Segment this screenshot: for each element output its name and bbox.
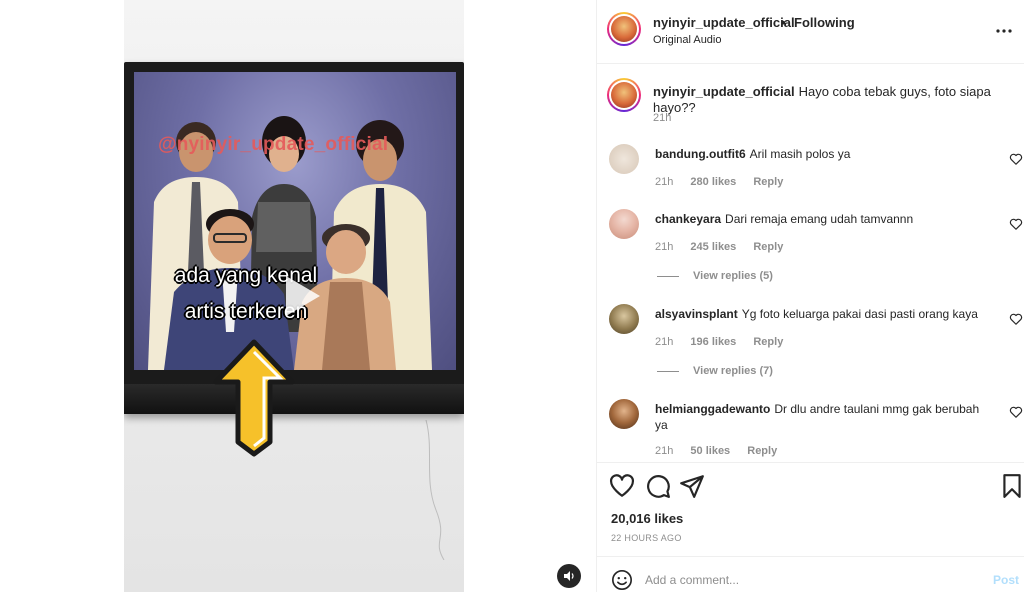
commenter-avatar[interactable] xyxy=(609,399,639,429)
overlay-caption-line2: artis terkeren xyxy=(184,300,308,323)
comment-username[interactable]: helmianggadewanto xyxy=(655,402,770,416)
reply-button[interactable]: Reply xyxy=(753,176,783,188)
send-icon[interactable] xyxy=(679,473,705,499)
comment-heart-icon[interactable] xyxy=(1009,152,1023,166)
bookmark-icon[interactable] xyxy=(999,473,1024,499)
author-avatar[interactable] xyxy=(607,12,641,46)
comment-text: Yg foto keluarga pakai dasi pasti orang … xyxy=(741,307,978,321)
comment-meta: 21h 50 likes Reply xyxy=(655,445,791,457)
family-photo-illustration xyxy=(148,116,432,370)
comment-heart-icon[interactable] xyxy=(1009,405,1023,419)
reply-button[interactable]: Reply xyxy=(753,336,783,348)
commenter-avatar[interactable] xyxy=(609,144,639,174)
comment-heart-icon[interactable] xyxy=(1009,217,1023,231)
comment-likes[interactable]: 50 likes xyxy=(690,445,730,457)
comment-username[interactable]: bandung.outfit6 xyxy=(655,147,746,161)
comment-meta: 21h 196 likes Reply xyxy=(655,336,797,348)
post-button[interactable]: Post xyxy=(993,573,1019,587)
comment-heart-icon[interactable] xyxy=(1009,312,1023,326)
heart-icon[interactable] xyxy=(609,473,635,499)
comment-time[interactable]: 21h xyxy=(655,176,673,188)
comment-meta: 21h 245 likes Reply xyxy=(655,241,797,253)
commenter-avatar[interactable] xyxy=(609,304,639,334)
view-replies-button[interactable]: View replies (7) xyxy=(657,365,773,377)
watermark-text: @nyinyir_update_official xyxy=(158,134,389,155)
wall-crack xyxy=(425,420,445,560)
comment-username[interactable]: alsyavinsplant xyxy=(655,307,738,321)
up-arrow-icon xyxy=(213,339,295,457)
original-audio-link[interactable]: Original Audio xyxy=(653,34,722,46)
post-actions: 20,016 likes 22 HOURS AGO xyxy=(597,462,1024,562)
author-username[interactable]: nyinyir_update_official xyxy=(653,15,795,30)
speaker-icon xyxy=(564,571,574,581)
reply-button[interactable]: Reply xyxy=(747,445,777,457)
comment-text-block: chankeyara Dari remaja emang udah tamvann… xyxy=(655,211,990,227)
following-button[interactable]: Following xyxy=(794,15,855,30)
reel-video[interactable]: @nyinyir_update_official ada yang kenal … xyxy=(124,0,464,592)
mute-button[interactable] xyxy=(557,564,581,588)
view-replies-button[interactable]: View replies (5) xyxy=(657,270,773,282)
caption-avatar[interactable] xyxy=(607,78,641,112)
comment-time[interactable]: 21h xyxy=(655,336,673,348)
emoji-icon[interactable] xyxy=(611,569,633,591)
caption-username[interactable]: nyinyir_update_official xyxy=(653,84,795,99)
play-icon[interactable] xyxy=(274,270,326,322)
post-header: nyinyir_update_official • Following Orig… xyxy=(597,0,1024,64)
media-area: @nyinyir_update_official ada yang kenal … xyxy=(0,0,596,592)
comment-time[interactable]: 21h xyxy=(655,241,673,253)
post-panel: nyinyir_update_official • Following Orig… xyxy=(596,0,1024,592)
overlay-caption-line1: ada yang kenal xyxy=(174,264,318,287)
family-photo xyxy=(134,72,456,370)
comment-likes[interactable]: 280 likes xyxy=(690,176,736,188)
posted-time[interactable]: 22 HOURS AGO xyxy=(611,533,682,543)
comment-likes[interactable]: 245 likes xyxy=(690,241,736,253)
reply-button[interactable]: Reply xyxy=(753,241,783,253)
more-horizontal-icon[interactable] xyxy=(995,22,1013,40)
comment-text-block: alsyavinsplant Yg foto keluarga pakai das… xyxy=(655,306,990,322)
comment-text-block: bandung.outfit6 Aril masih polos ya xyxy=(655,146,990,162)
comment-username[interactable]: chankeyara xyxy=(655,212,721,226)
comment-input[interactable] xyxy=(645,570,965,590)
caption-text-block: nyinyir_update_official Hayo coba tebak g… xyxy=(653,84,1013,116)
comment-meta: 21h 280 likes Reply xyxy=(655,176,797,188)
commenter-avatar[interactable] xyxy=(609,209,639,239)
comment-text: Dari remaja emang udah tamvannn xyxy=(725,212,914,226)
comment-likes[interactable]: 196 likes xyxy=(690,336,736,348)
comment-icon[interactable] xyxy=(645,473,671,499)
comment-time[interactable]: 21h xyxy=(655,445,673,457)
likes-count[interactable]: 20,016 likes xyxy=(611,511,683,526)
comment-text-block: helmianggadewanto Dr dlu andre taulani mm… xyxy=(655,401,990,433)
caption-time[interactable]: 21h xyxy=(653,112,671,124)
add-comment-bar: Post xyxy=(597,556,1024,592)
comment-text: Aril masih polos ya xyxy=(749,147,851,161)
header-separator: • xyxy=(781,15,786,30)
